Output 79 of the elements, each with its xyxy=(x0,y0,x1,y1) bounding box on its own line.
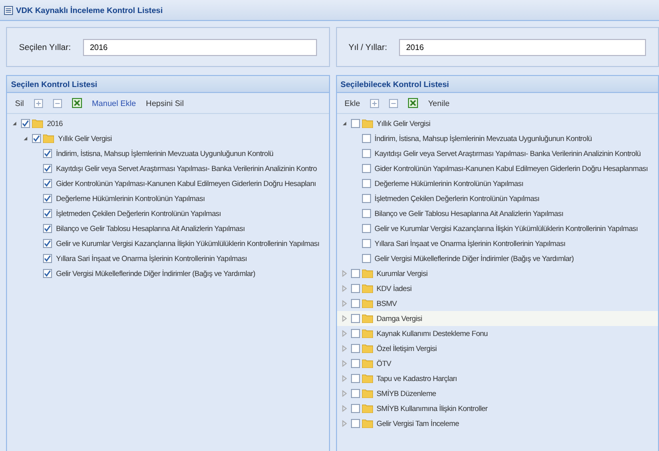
toolbar-button[interactable]: Hepsini Sil xyxy=(146,98,184,108)
window-title: VDK Kaynaklı İnceleme Kontrol Listesi xyxy=(16,6,163,14)
checkbox[interactable] xyxy=(350,299,360,308)
expand-arrow-icon[interactable] xyxy=(340,420,348,427)
folder-icon xyxy=(362,284,372,293)
checkbox[interactable] xyxy=(350,419,360,428)
checkbox[interactable] xyxy=(43,269,52,278)
checkbox[interactable] xyxy=(350,119,360,128)
toolbar-button[interactable]: Manuel Ekle xyxy=(92,98,136,108)
checkbox[interactable] xyxy=(32,134,41,143)
checkbox[interactable] xyxy=(362,179,370,188)
folder-icon xyxy=(362,314,372,323)
folder-icon xyxy=(362,329,372,338)
list-icon xyxy=(4,6,13,14)
checkbox[interactable] xyxy=(362,209,370,218)
expand-arrow-icon[interactable] xyxy=(340,405,348,412)
expand-arrow-icon[interactable] xyxy=(340,390,348,397)
toolbar-button[interactable]: Ekle xyxy=(344,98,360,108)
expand-arrow-icon[interactable] xyxy=(340,270,348,277)
collapse-all-icon[interactable] xyxy=(52,98,62,108)
folder-icon xyxy=(362,359,372,368)
checkbox[interactable] xyxy=(43,254,52,263)
expand-arrow-icon[interactable] xyxy=(340,360,348,367)
expand-all-icon[interactable] xyxy=(370,98,380,108)
field-label: Seçilen Yıllar: xyxy=(19,42,71,52)
spreadsheet-icon[interactable] xyxy=(408,98,418,108)
checkbox[interactable] xyxy=(350,374,360,383)
spreadsheet-icon[interactable] xyxy=(72,98,82,108)
expand-arrow-icon[interactable] xyxy=(340,330,348,337)
field-label: Yıl / Yıllar: xyxy=(348,42,388,52)
panel-title: Seçilen Kontrol Listesi xyxy=(11,80,98,88)
checkbox[interactable] xyxy=(350,359,360,368)
folder-icon xyxy=(43,134,54,143)
year-field[interactable]: 2016 xyxy=(82,38,316,56)
expand-all-icon[interactable] xyxy=(34,98,43,108)
checkbox[interactable] xyxy=(362,134,370,143)
expand-arrow-icon[interactable] xyxy=(340,315,348,322)
toolbar-button[interactable]: Sil xyxy=(15,98,24,108)
folder-icon xyxy=(362,269,372,278)
checkbox[interactable] xyxy=(362,239,370,248)
folder-icon xyxy=(362,374,372,383)
collapse-arrow-icon[interactable] xyxy=(340,120,348,127)
folder-icon xyxy=(362,419,372,428)
collapse-arrow-icon[interactable] xyxy=(22,135,29,142)
toolbar-button[interactable]: Yenile xyxy=(428,98,450,108)
folder-icon xyxy=(362,389,372,398)
folder-icon xyxy=(362,299,372,308)
checkbox[interactable] xyxy=(362,149,370,158)
expand-arrow-icon[interactable] xyxy=(340,300,348,307)
checkbox[interactable] xyxy=(21,119,30,128)
checkbox[interactable] xyxy=(43,149,52,158)
folder-icon xyxy=(362,344,372,353)
panel-title: Seçilebilecek Kontrol Listesi xyxy=(340,80,449,88)
collapse-arrow-icon[interactable] xyxy=(11,120,18,127)
checkbox[interactable] xyxy=(43,179,52,188)
expand-arrow-icon[interactable] xyxy=(340,285,348,292)
checkbox[interactable] xyxy=(350,329,360,338)
checkbox[interactable] xyxy=(362,164,370,173)
checkbox[interactable] xyxy=(43,194,52,203)
checkbox[interactable] xyxy=(350,284,360,293)
expand-arrow-icon[interactable] xyxy=(340,345,348,352)
collapse-all-icon[interactable] xyxy=(389,98,398,108)
folder-icon xyxy=(362,119,372,128)
checkbox[interactable] xyxy=(43,164,52,173)
folder-icon xyxy=(32,119,43,128)
checkbox[interactable] xyxy=(362,194,370,203)
checkbox[interactable] xyxy=(350,389,360,398)
folder-icon xyxy=(362,404,372,413)
checkbox[interactable] xyxy=(43,209,52,218)
checkbox[interactable] xyxy=(362,224,370,233)
checkbox[interactable] xyxy=(362,254,370,263)
year-field[interactable]: 2016 xyxy=(399,38,646,56)
checkbox[interactable] xyxy=(350,344,360,353)
checkbox[interactable] xyxy=(350,314,360,323)
checkbox[interactable] xyxy=(350,269,360,278)
expand-arrow-icon[interactable] xyxy=(340,375,348,382)
checkbox[interactable] xyxy=(43,239,52,248)
checkbox[interactable] xyxy=(350,404,360,413)
checkbox[interactable] xyxy=(43,224,52,233)
